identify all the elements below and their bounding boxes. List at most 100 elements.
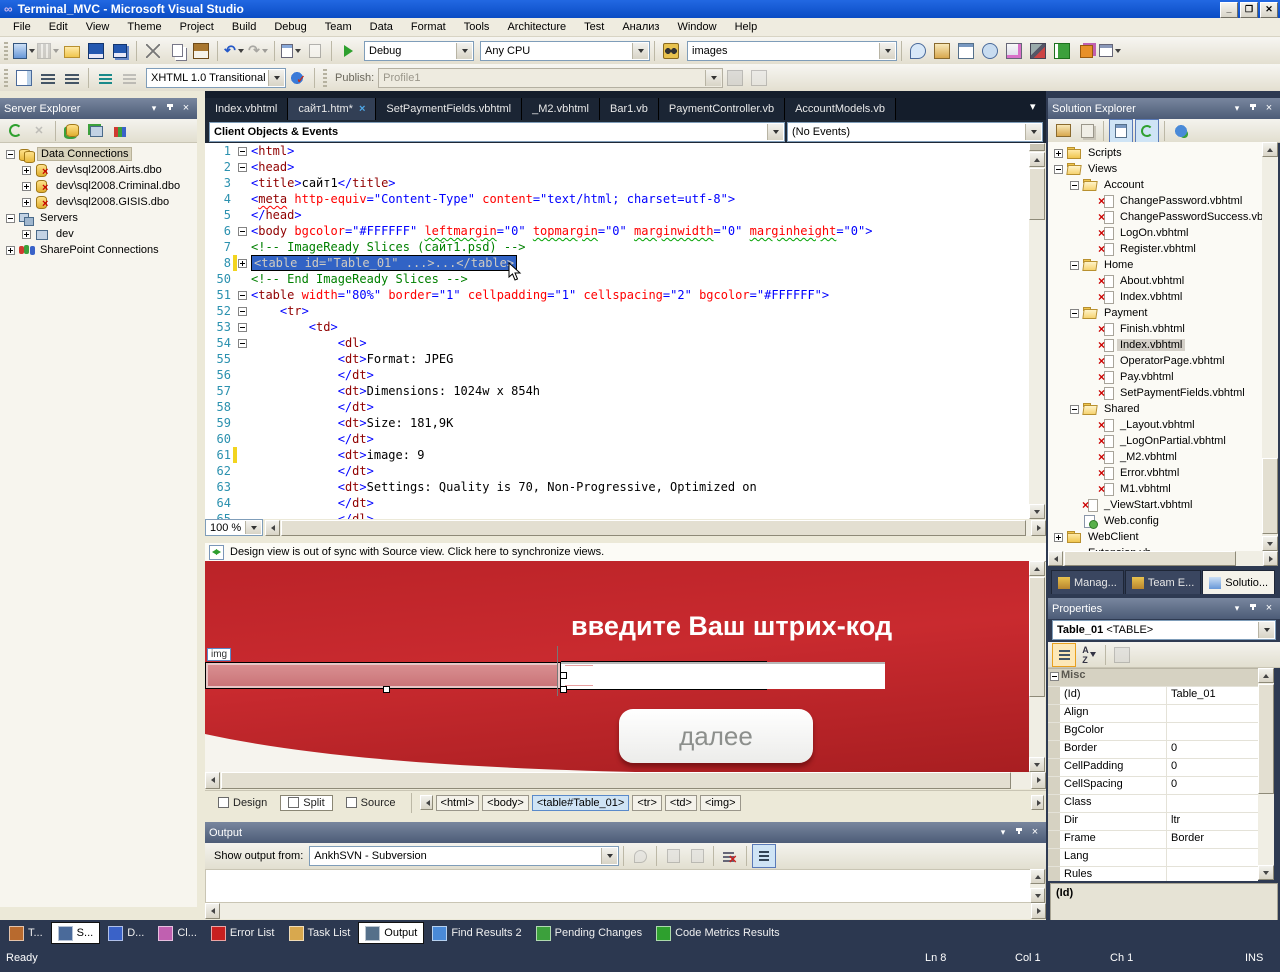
tree-item-logon-vbhtml[interactable]: LogOn.vbhtml xyxy=(1048,225,1262,241)
breadcrumb-img[interactable]: <img> xyxy=(699,794,741,811)
menu-theme[interactable]: Theme xyxy=(118,19,170,35)
properties-vscrollbar[interactable] xyxy=(1258,668,1274,880)
property-row-dir[interactable]: Dir ltr xyxy=(1048,813,1258,831)
property-value[interactable]: Table_01 xyxy=(1167,687,1258,704)
breadcrumb-scroll-left-icon[interactable] xyxy=(419,795,433,810)
view-code-icon[interactable] xyxy=(1109,118,1133,143)
selected-image-element[interactable] xyxy=(205,662,561,689)
tree-item-finish-vbhtml[interactable]: Finish.vbhtml xyxy=(1048,321,1262,337)
next-button[interactable]: далее xyxy=(619,709,813,763)
breadcrumb-td[interactable]: <td> xyxy=(664,794,697,811)
bottom-tab-task-list[interactable]: Task List xyxy=(283,923,357,943)
document-tab-bar1-vb[interactable]: Bar1.vb xyxy=(599,98,659,120)
menu-debug[interactable]: Debug xyxy=(265,19,315,35)
document-tab-сайт1-htm[interactable]: сайт1.htm* xyxy=(288,98,377,120)
find-in-files-icon[interactable] xyxy=(660,40,682,62)
bottom-tab-s[interactable]: S... xyxy=(50,922,101,944)
view-tab-design[interactable]: Design xyxy=(211,796,274,810)
tree-item-about-vbhtml[interactable]: About.vbhtml xyxy=(1048,273,1262,289)
publish-profile-combo[interactable]: Profile1 xyxy=(378,67,724,88)
navigate-forward-button[interactable] xyxy=(304,40,326,62)
auto-hide-pin-icon[interactable] xyxy=(163,102,177,115)
increase-indent-icon[interactable] xyxy=(61,67,83,89)
document-tab-m2-vbhtml[interactable]: _M2.vbhtml xyxy=(522,98,600,120)
collapse-icon[interactable] xyxy=(1050,672,1059,681)
uncomment-lines-icon[interactable] xyxy=(118,67,140,89)
synchronize-views-icon[interactable] xyxy=(209,544,224,560)
tree-item-changepassword-vbhtml[interactable]: ChangePassword.vbhtml xyxy=(1048,193,1262,209)
document-outline-icon[interactable] xyxy=(13,67,35,89)
comment-lines-icon[interactable] xyxy=(94,67,116,89)
property-row-lang[interactable]: Lang xyxy=(1048,849,1258,867)
open-file-button[interactable] xyxy=(61,40,83,62)
solution-platforms-combo[interactable]: Any CPU xyxy=(480,40,650,61)
fold-minus-icon[interactable] xyxy=(238,146,247,156)
tree-item-dev-sql2008-criminal-dbo[interactable]: dev\sql2008.Criminal.dbo xyxy=(0,178,197,194)
fold-minus-icon[interactable] xyxy=(238,226,247,236)
edit-profile-icon[interactable] xyxy=(748,67,770,89)
menu-data[interactable]: Data xyxy=(361,19,402,35)
extension-manager-icon[interactable] xyxy=(1075,40,1097,62)
menu-анализ[interactable]: Анализ xyxy=(613,19,668,35)
cut-button[interactable] xyxy=(142,40,164,62)
breadcrumb-scroll-right-icon[interactable] xyxy=(1031,795,1044,810)
tree-item-views[interactable]: Views xyxy=(1048,161,1262,177)
bottom-tab-error-list[interactable]: Error List xyxy=(205,923,281,943)
menu-architecture[interactable]: Architecture xyxy=(498,19,575,35)
add-server-icon[interactable] xyxy=(85,120,107,142)
editor-vscrollbar[interactable] xyxy=(1029,143,1045,519)
find-message-icon[interactable] xyxy=(629,845,651,867)
tree-item-logonpartial-vbhtml[interactable]: _LogOnPartial.vbhtml xyxy=(1048,433,1262,449)
auto-hide-pin-icon[interactable] xyxy=(1246,102,1260,115)
document-list-chevron-icon[interactable] xyxy=(1030,100,1036,113)
split-view-button[interactable] xyxy=(37,40,59,62)
menu-build[interactable]: Build xyxy=(223,19,265,35)
solution-explorer-icon[interactable] xyxy=(955,40,977,62)
design-view[interactable]: введите Ваш штрих-код img далее xyxy=(205,561,1029,772)
expander-minus-icon[interactable] xyxy=(1070,308,1079,318)
tree-item-operatorpage-vbhtml[interactable]: OperatorPage.vbhtml xyxy=(1048,353,1262,369)
solution-configurations-combo[interactable]: Debug xyxy=(364,40,474,61)
design-vscrollbar[interactable] xyxy=(1029,561,1045,772)
tree-item-sharepoint-connections[interactable]: SharePoint Connections xyxy=(0,242,197,258)
restore-button[interactable]: ❐ xyxy=(1240,2,1258,18)
categorized-icon[interactable] xyxy=(1052,642,1076,667)
connect-to-database-icon[interactable] xyxy=(61,120,83,142)
resize-handle[interactable] xyxy=(560,672,567,679)
output-source-combo[interactable]: AnkhSVN - Subversion xyxy=(309,846,620,866)
toolbar-grip[interactable] xyxy=(323,68,327,87)
menu-file[interactable]: File xyxy=(4,19,40,35)
fold-minus-icon[interactable] xyxy=(238,322,247,332)
start-debugging-button[interactable] xyxy=(337,40,359,62)
vertical-splitter[interactable] xyxy=(197,91,205,920)
property-value[interactable] xyxy=(1167,867,1258,881)
property-value[interactable]: ltr xyxy=(1167,813,1258,830)
close-button[interactable]: ✕ xyxy=(1260,2,1278,18)
add-sharepoint-connection-icon[interactable] xyxy=(109,120,131,142)
solution-explorer-vscrollbar[interactable] xyxy=(1262,142,1278,551)
tree-item-changepasswordsuccess-vbhtml[interactable]: ChangePasswordSuccess.vbhtml xyxy=(1048,209,1262,225)
properties-object-combo[interactable]: Table_01 <TABLE> xyxy=(1052,620,1276,640)
property-value[interactable] xyxy=(1167,795,1258,812)
bottom-tab-code-metrics-results[interactable]: Code Metrics Results xyxy=(650,923,786,943)
window-list-icon[interactable] xyxy=(1099,40,1121,62)
fold-minus-icon[interactable] xyxy=(238,306,247,316)
clear-all-icon[interactable]: ✕ xyxy=(719,845,741,867)
tree-item-m2-vbhtml[interactable]: _M2.vbhtml xyxy=(1048,449,1262,465)
paste-button[interactable] xyxy=(190,40,212,62)
close-tab-icon[interactable] xyxy=(359,103,365,115)
panel-tab-team-e[interactable]: Team E... xyxy=(1124,570,1202,594)
tree-item-webclient[interactable]: WebClient xyxy=(1048,529,1262,545)
previous-message-icon[interactable] xyxy=(662,845,684,867)
tree-item-data-connections[interactable]: Data Connections xyxy=(0,146,197,163)
tree-item-account[interactable]: Account xyxy=(1048,177,1262,193)
tree-item-register-vbhtml[interactable]: Register.vbhtml xyxy=(1048,241,1262,257)
solution-explorer-hscrollbar[interactable] xyxy=(1048,551,1278,566)
properties-window-icon[interactable] xyxy=(1052,120,1074,142)
property-row-bgcolor[interactable]: BgColor xyxy=(1048,723,1258,741)
resize-handle[interactable] xyxy=(383,686,390,693)
tools-options-icon[interactable] xyxy=(1027,40,1049,62)
tree-item-index-vbhtml[interactable]: Index.vbhtml xyxy=(1048,337,1262,353)
stop-refresh-icon[interactable]: ✕ xyxy=(28,120,50,142)
expander-minus-icon[interactable] xyxy=(1070,260,1079,270)
